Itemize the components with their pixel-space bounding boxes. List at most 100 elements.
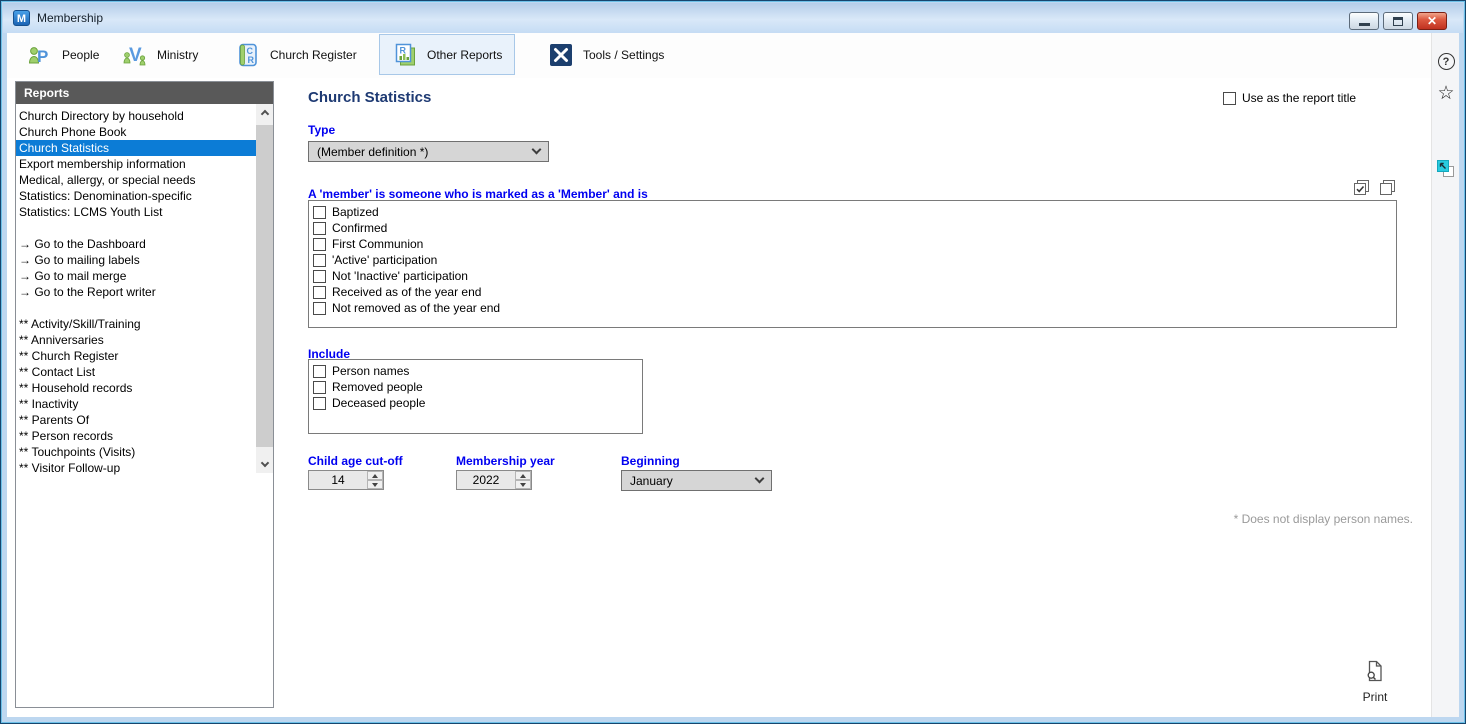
include-option[interactable]: Deceased people [313, 395, 642, 411]
type-label: Type [308, 123, 336, 137]
report-list-item[interactable]: Church Phone Book [16, 124, 256, 140]
member-definition-option[interactable]: First Communion [313, 236, 1396, 252]
option-checkbox[interactable] [313, 205, 326, 219]
tab-tools-settings[interactable]: Tools / Settings [542, 35, 670, 75]
spin-down-icon [372, 482, 378, 487]
member-definition-option[interactable]: 'Active' participation [313, 252, 1396, 268]
report-list-item[interactable]: ** Inactivity [16, 396, 256, 412]
report-list-item[interactable]: Statistics: Denomination-specific [16, 188, 256, 204]
option-label: Confirmed [332, 221, 388, 235]
beginning-dropdown[interactable]: January [621, 470, 772, 491]
report-list-item[interactable]: → Go to mail merge [16, 268, 256, 284]
spin-up-button[interactable] [367, 471, 383, 480]
option-checkbox[interactable] [313, 221, 326, 235]
report-list-item[interactable]: Church Directory by household [16, 108, 256, 124]
use-as-report-title-checkbox[interactable] [1223, 91, 1236, 105]
option-label: Received as of the year end [332, 285, 482, 299]
spin-up-button[interactable] [515, 471, 531, 480]
chevron-down-icon [531, 144, 542, 155]
scrollbar-thumb[interactable] [256, 125, 273, 447]
spin-up-icon [520, 473, 526, 478]
popout-icon [1437, 160, 1454, 177]
option-checkbox[interactable] [313, 364, 326, 378]
option-label: Not removed as of the year end [332, 301, 501, 315]
member-definition-option[interactable]: Baptized [313, 204, 1396, 220]
close-button[interactable]: ✕ [1417, 12, 1447, 30]
use-as-report-title-option[interactable]: Use as the report title [1223, 91, 1356, 105]
membership-app-icon: M [13, 10, 30, 26]
report-list-item[interactable]: ** Activity/Skill/Training [16, 316, 256, 332]
uncheck-all-icon[interactable] [1379, 179, 1396, 196]
maximize-icon [1393, 16, 1403, 26]
tab-ministry[interactable]: V Ministry [116, 35, 204, 75]
print-button[interactable]: Print [1345, 660, 1405, 704]
report-list-item[interactable] [16, 300, 256, 316]
page-title: Church Statistics [308, 89, 432, 106]
report-list-item[interactable]: ** Visitor Follow-up [16, 460, 256, 476]
include-option[interactable]: Person names [313, 363, 642, 379]
use-as-report-title-label: Use as the report title [1242, 91, 1357, 105]
tab-other-reports[interactable]: R Other Reports [379, 34, 516, 75]
report-list-item[interactable]: ** Contact List [16, 364, 256, 380]
member-definition-listbox: Baptized Confirmed First Communion 'Acti… [308, 200, 1397, 328]
report-list-item[interactable]: ** Person records [16, 428, 256, 444]
report-list-item[interactable]: ** Church Register [16, 348, 256, 364]
reports-header: Reports [16, 82, 273, 104]
help-button[interactable]: ? [1432, 53, 1459, 70]
member-definition-option[interactable]: Received as of the year end [313, 284, 1396, 300]
title-bar: M Membership ✕ [3, 3, 1463, 33]
report-list-item[interactable]: ** Touchpoints (Visits) [16, 444, 256, 460]
member-definition-option[interactable]: Confirmed [313, 220, 1396, 236]
close-icon: ✕ [1426, 14, 1438, 28]
option-checkbox[interactable] [313, 237, 326, 251]
option-label: 'Active' participation [332, 253, 438, 267]
tab-people[interactable]: P People [21, 35, 105, 75]
sidebar-scrollbar[interactable] [256, 104, 273, 473]
report-list-item[interactable]: Church Statistics [16, 140, 256, 156]
option-checkbox[interactable] [313, 253, 326, 267]
spin-down-button[interactable] [367, 480, 383, 489]
minimize-button[interactable] [1349, 12, 1379, 30]
main-toolbar: P People V Ministry C R Church Register … [7, 33, 1459, 78]
report-list-item[interactable]: Medical, allergy, or special needs [16, 172, 256, 188]
option-checkbox[interactable] [313, 269, 326, 283]
spin-down-button[interactable] [515, 480, 531, 489]
option-checkbox[interactable] [313, 285, 326, 299]
report-list-item[interactable]: ** Parents Of [16, 412, 256, 428]
people-icon: P [28, 47, 48, 66]
member-definition-option[interactable]: Not removed as of the year end [313, 300, 1396, 316]
popout-button[interactable] [1432, 160, 1459, 178]
favorite-star-icon: ☆ [1437, 83, 1455, 104]
option-label: Baptized [332, 205, 379, 219]
option-checkbox[interactable] [313, 380, 326, 394]
tab-church-register[interactable]: C R Church Register [229, 35, 363, 75]
scroll-up-icon[interactable] [256, 104, 273, 121]
report-list-item[interactable]: Statistics: LCMS Youth List [16, 204, 256, 220]
child-age-cutoff-stepper[interactable]: 14 [308, 470, 384, 490]
membership-year-stepper[interactable]: 2022 [456, 470, 532, 490]
report-list-item[interactable]: → Go to the Dashboard [16, 236, 256, 252]
spin-up-icon [372, 473, 378, 478]
check-all-icon[interactable] [1353, 179, 1370, 196]
reports-list: Church Directory by household Church Phon… [16, 104, 256, 707]
include-option[interactable]: Removed people [313, 379, 642, 395]
membership-year-value[interactable]: 2022 [457, 471, 515, 489]
ministry-icon: V [123, 45, 146, 66]
report-list-item[interactable]: Export membership information [16, 156, 256, 172]
membership-year-label: Membership year [456, 454, 555, 468]
option-checkbox[interactable] [313, 301, 326, 315]
report-list-item[interactable] [16, 220, 256, 236]
tab-label: People [62, 48, 100, 62]
report-list-item[interactable]: → Go to the Report writer [16, 284, 256, 300]
favorite-button[interactable]: ☆ [1432, 84, 1459, 103]
report-list-item[interactable]: ** Anniversaries [16, 332, 256, 348]
report-list-item[interactable]: → Go to mailing labels [16, 252, 256, 268]
maximize-button[interactable] [1383, 12, 1413, 30]
option-checkbox[interactable] [313, 396, 326, 410]
type-dropdown[interactable]: (Member definition *) [308, 141, 549, 162]
report-list-item[interactable]: ** Household records [16, 380, 256, 396]
minimize-icon [1358, 22, 1370, 26]
child-age-cutoff-value[interactable]: 14 [309, 471, 367, 489]
member-definition-option[interactable]: Not 'Inactive' participation [313, 268, 1396, 284]
scroll-down-icon[interactable] [256, 456, 273, 473]
